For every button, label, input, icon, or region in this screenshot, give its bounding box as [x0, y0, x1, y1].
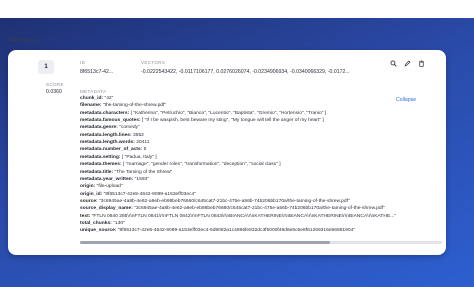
collapse-link[interactable]: Collapse [396, 97, 416, 103]
search-icon [390, 54, 397, 72]
metadata-row: metadata.length.words: 20411 [80, 140, 150, 146]
metadata-value: "3c6945ae-4a8b-4e62-a9eb-eb98beb76660/c6… [134, 206, 385, 212]
vectors-value: -0.0222543422, -0.0117106177, 0.02760260… [141, 69, 350, 75]
metadata-value: "comedy" [119, 125, 140, 131]
metadata-key: metadata.length.lines: [80, 132, 132, 138]
metadata-key: metadata.year_written: [80, 176, 134, 182]
delete-button[interactable] [416, 57, 427, 68]
metadata-row: origin: "file-upload" [80, 184, 123, 190]
result-rank-badge: 1 [38, 60, 54, 74]
trash-icon [418, 54, 425, 72]
metadata-key: metadata.themes: [80, 162, 122, 168]
score-value: 0.0360 [46, 89, 62, 95]
id-label: ID [80, 60, 86, 65]
metadata-key: origin: [80, 184, 96, 190]
metadata-key: metadata.characters: [80, 110, 130, 116]
metadata-key: unique_source: [80, 228, 117, 234]
metadata-value: "8f6513c7-42e5-4642-9099-a153eff03ec4-5d… [117, 228, 356, 234]
metadata-value: 5 [143, 147, 147, 153]
horizontal-scrollbar[interactable] [80, 241, 442, 244]
metadata-label: METADATA [80, 89, 107, 94]
metadata-value: 3552 [133, 132, 144, 138]
metadata-row: filename: "the-taming-of-the-shrew.pdf" [80, 103, 167, 109]
metadata-row: metadata.title: "The Taming of the Shrew… [80, 169, 173, 176]
metadata-value: "file-upload" [96, 184, 123, 190]
matches-count: Matches: 10 [8, 38, 41, 44]
edit-icon [404, 54, 411, 72]
metadata-key: total_chunks: [80, 220, 112, 226]
metadata-key: chunk_id: [80, 96, 104, 101]
metadata-row: source_display_name: "3c6945ae-4a8b-4e62… [80, 206, 385, 212]
metadata-row: metadata.setting: [ "Padua, Italy" ] [80, 154, 157, 161]
metadata-row: metadata.genre: "comedy" [80, 125, 140, 131]
metadata-key: metadata.famous_quotes: [80, 118, 141, 124]
metadata-value: "The Taming of the Shrew" [114, 169, 173, 175]
edit-button[interactable] [402, 57, 413, 68]
view-button[interactable] [388, 57, 399, 68]
metadata-row: source: "3c6945ae-4a8b-4e62-a9eb-eb98beb… [80, 198, 350, 205]
metadata-value: [ "Padua, Italy" ] [121, 154, 157, 160]
metadata-key: metadata.number_of_acts: [80, 147, 143, 153]
result-card [8, 50, 446, 255]
metadata-row: metadata.famous_quotes: [ "If I be waspi… [80, 118, 324, 124]
metadata-key: metadata.genre: [80, 125, 118, 131]
metadata-value: [ "marriage", "gender roles", "transform… [122, 162, 281, 168]
metadata-row: origin_id: "8f6513c7-42e5-4642-9099-a153… [80, 191, 196, 198]
metadata-value: "1593" [134, 176, 149, 182]
metadata-row: metadata.themes: [ "marriage", "gender r… [80, 162, 281, 168]
metadata-row: total_chunks: "130" [80, 220, 125, 227]
metadata-value: "8f6513c7-42e5-4642-9099-a153eff03ec4" [103, 191, 196, 197]
result-actions [388, 57, 427, 68]
metadata-value: "FTLN 0840 285\r\nFTLN 0841\r\nFTLN 0842… [91, 213, 397, 219]
id-value: 8f6513c7-42... [80, 69, 114, 75]
metadata-key: metadata.setting: [80, 154, 121, 160]
metadata-row: metadata.number_of_acts: 5 [80, 147, 147, 153]
metadata-key: metadata.length.words: [80, 140, 135, 146]
metadata-value: "the-taming-of-the-shrew.pdf" [102, 103, 167, 109]
metadata-value: "130" [113, 220, 125, 226]
metadata-key: source_display_name: [80, 206, 133, 212]
metadata-row: metadata.length.lines: 3552 [80, 132, 144, 139]
metadata-key: origin_id: [80, 191, 103, 197]
metadata-key: source: [80, 198, 98, 204]
metadata-row: text: "FTLN 0840 285\r\nFTLN 0841\r\nFTL… [80, 213, 397, 220]
metadata-row: metadata.year_written: "1593" [80, 176, 149, 183]
metadata-key: text: [80, 213, 91, 219]
metadata-row: unique_source: "8f6513c7-42e5-4642-9099-… [80, 228, 356, 234]
metadata-value: 20411 [136, 140, 150, 146]
metadata-value: [ "If I be waspish, best beware my sting… [141, 118, 324, 124]
metadata-row: chunk_id: "42" [80, 96, 114, 102]
score-label: SCORE [46, 82, 64, 87]
metadata-value: [ "Katherina", "Petruchio", "Bianca", "L… [130, 110, 327, 116]
scrollbar-thumb[interactable] [80, 241, 330, 244]
metadata-value: "3c6945ae-4a8b-4e62-a9eb-eb98beb76660/c6… [99, 198, 350, 204]
metadata-key: metadata.title: [80, 169, 114, 175]
metadata-value: "42" [104, 96, 114, 101]
metadata-row: metadata.characters: [ "Katherina", "Pet… [80, 110, 327, 117]
metadata-key: filename: [80, 103, 102, 109]
vectors-label: VECTORS [141, 60, 166, 65]
top-panel [0, 0, 474, 18]
